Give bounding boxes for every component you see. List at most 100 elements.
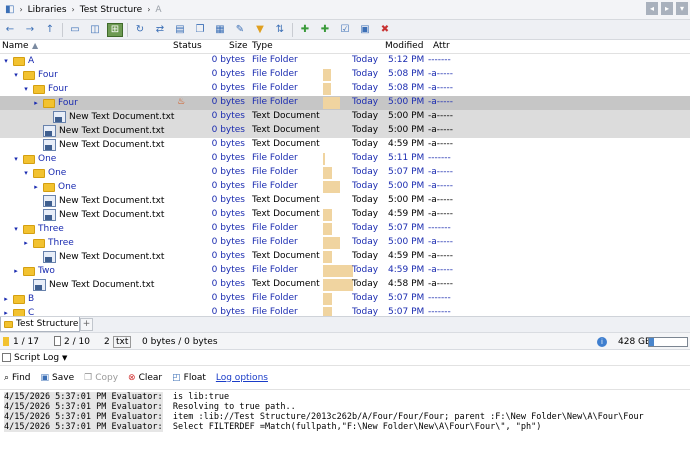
toolbar-divider <box>62 22 63 37</box>
table-row[interactable]: New Text Document.txt 0 bytes Text Documen… <box>0 250 690 264</box>
age-bar <box>323 153 325 165</box>
item-name: New Text Document.txt <box>59 196 165 206</box>
layout-single-icon[interactable]: ▭ <box>67 23 83 37</box>
expand-toggle-icon[interactable]: ▸ <box>2 295 10 303</box>
modified-date: Today <box>352 55 379 65</box>
find-button[interactable]: ⌕ Find <box>4 373 31 383</box>
table-row[interactable]: ▸ Two 0 bytes File Folder Today 4:59 PM -a----… <box>0 264 690 278</box>
text-document-icon <box>43 209 56 221</box>
clipboard-icon[interactable]: ▤ <box>172 23 188 37</box>
float-button[interactable]: ◰ Float <box>172 373 206 383</box>
view-mode-icon[interactable]: ▣ <box>357 23 373 37</box>
age-bar <box>323 265 353 277</box>
column-type[interactable]: Type <box>252 41 273 51</box>
log-prefix: 4/15/2026 5:37:01 PM Evaluator: <box>4 412 163 422</box>
new-file-icon[interactable]: ✚ <box>317 23 333 37</box>
table-row[interactable]: New Text Document.txt 0 bytes Text Documen… <box>0 124 690 138</box>
sync-icon[interactable]: ⇄ <box>152 23 168 37</box>
name-cell: ▸ Four <box>32 96 78 110</box>
copy-button[interactable]: ❐ Copy <box>84 373 118 383</box>
attr-cell: -a----- <box>428 265 454 275</box>
column-status[interactable]: Status <box>173 41 202 51</box>
refresh-icon[interactable]: ↻ <box>132 23 148 37</box>
text-document-icon <box>33 279 46 291</box>
expand-toggle-icon[interactable]: ▾ <box>22 169 30 177</box>
log-line: 4/15/2026 5:37:01 PM Evaluator: is lib:t… <box>4 392 229 402</box>
item-name: One <box>38 154 57 164</box>
delete-icon[interactable]: ✖ <box>377 23 393 37</box>
info-icon[interactable]: i <box>597 337 607 347</box>
new-folder-icon[interactable]: ✚ <box>297 23 313 37</box>
chevron-down-icon[interactable]: ▼ <box>62 354 67 362</box>
select-icon[interactable]: ☑ <box>337 23 353 37</box>
table-row[interactable]: New Text Document.txt 0 bytes Text Documen… <box>0 138 690 152</box>
table-row[interactable]: ▸ One 0 bytes File Folder Today 5:00 PM -a----… <box>0 180 690 194</box>
expand-toggle-icon[interactable]: ▸ <box>22 239 30 247</box>
rename-icon[interactable]: ✎ <box>232 23 248 37</box>
expand-toggle-icon[interactable]: ▸ <box>32 183 40 191</box>
table-row[interactable]: ▾ Three 0 bytes File Folder Today 5:07 PM ----… <box>0 222 690 236</box>
minimize-icon[interactable]: ▾ <box>676 2 688 15</box>
up-arrow-icon[interactable]: ↑ <box>42 23 58 37</box>
new-tab-button[interactable]: + <box>80 318 93 331</box>
name-cell: New Text Document.txt <box>32 124 164 138</box>
expand-toggle-icon[interactable]: ▸ <box>32 99 40 107</box>
tree-view-icon[interactable]: ⊞ <box>107 22 123 37</box>
name-cell: ▸ Two <box>12 264 55 278</box>
table-row[interactable]: ▾ One 0 bytes File Folder Today 5:11 PM ------… <box>0 152 690 166</box>
column-modified[interactable]: Modified <box>385 41 423 51</box>
forward-icon[interactable]: ▸ <box>661 2 673 15</box>
table-row[interactable]: ▾ A 0 bytes File Folder Today 5:12 PM ------- <box>0 54 690 68</box>
log-output[interactable]: 4/15/2026 5:37:01 PM Evaluator: is lib:t… <box>0 390 690 455</box>
size-cell: 0 bytes <box>211 111 245 121</box>
table-row[interactable]: ▸ Four ♨ 0 bytes File Folder Today 5:00 PM -a--… <box>0 96 690 110</box>
breadcrumb-test-structure[interactable]: Test Structure <box>75 5 147 15</box>
breadcrumb-libraries[interactable]: Libraries <box>23 5 72 15</box>
table-row[interactable]: New Text Document.txt 0 bytes Text Documen… <box>0 278 690 292</box>
expand-toggle-icon[interactable]: ▸ <box>12 267 20 275</box>
text-document-icon <box>43 125 56 137</box>
expand-toggle-icon[interactable]: ▾ <box>22 85 30 93</box>
modified-time: 5:00 PM <box>388 237 425 247</box>
layout-dual-icon[interactable]: ◫ <box>87 23 103 37</box>
expand-toggle-icon[interactable]: ▾ <box>12 225 20 233</box>
type-cell: File Folder <box>252 223 298 233</box>
script-log-header[interactable]: Script Log ▼ <box>0 350 690 366</box>
clear-button[interactable]: ⊗ Clear <box>128 373 162 383</box>
table-row[interactable]: New Text Document.txt 0 bytes Text Documen… <box>0 194 690 208</box>
breadcrumb-a[interactable]: A <box>150 5 166 15</box>
save-button[interactable]: ▣ Save <box>41 373 75 383</box>
log-options-link[interactable]: Log options <box>216 373 268 383</box>
filter-icon[interactable]: ▼ <box>252 23 268 37</box>
expand-toggle-icon[interactable]: ▸ <box>2 309 10 316</box>
copy-icon[interactable]: ❐ <box>192 23 208 37</box>
modified-time: 5:00 PM <box>388 181 425 191</box>
table-row[interactable]: ▸ C 0 bytes File Folder Today 5:07 PM ------- <box>0 306 690 316</box>
expand-toggle-icon[interactable]: ▾ <box>2 57 10 65</box>
location-icon[interactable]: ◧ <box>0 4 19 15</box>
table-row[interactable]: ▾ Four 0 bytes File Folder Today 5:08 PM -a---… <box>0 68 690 82</box>
table-row[interactable]: ▾ Four 0 bytes File Folder Today 5:08 PM -a---… <box>0 82 690 96</box>
item-name: New Text Document.txt <box>49 280 155 290</box>
expand-toggle-icon[interactable]: ▾ <box>12 155 20 163</box>
back-arrow-icon[interactable]: ← <box>2 23 18 37</box>
column-size[interactable]: Size <box>229 41 247 51</box>
table-row[interactable]: New Text Document.txt 0 bytes Text Documen… <box>0 208 690 222</box>
modified-date: Today <box>352 237 379 247</box>
tab-test-structure[interactable]: Test Structure <box>0 317 80 332</box>
table-row[interactable]: ▸ Three 0 bytes File Folder Today 5:00 PM -a--… <box>0 236 690 250</box>
type-cell: File Folder <box>252 55 298 65</box>
size-cell: 0 bytes <box>211 279 245 289</box>
table-row[interactable]: ▸ B 0 bytes File Folder Today 5:07 PM ------- <box>0 292 690 306</box>
column-attr[interactable]: Attr <box>433 41 450 51</box>
modified-date: Today <box>352 181 379 191</box>
modified-date: Today <box>352 125 379 135</box>
sort-icon[interactable]: ⇅ <box>272 23 288 37</box>
back-icon[interactable]: ◂ <box>646 2 658 15</box>
column-name[interactable]: Name <box>2 41 29 51</box>
table-row[interactable]: ▾ One 0 bytes File Folder Today 5:07 PM -a----… <box>0 166 690 180</box>
paste-icon[interactable]: ▦ <box>212 23 228 37</box>
expand-toggle-icon[interactable]: ▾ <box>12 71 20 79</box>
forward-arrow-icon[interactable]: → <box>22 23 38 37</box>
table-row[interactable]: New Text Document.txt 0 bytes Text Documen… <box>0 110 690 124</box>
